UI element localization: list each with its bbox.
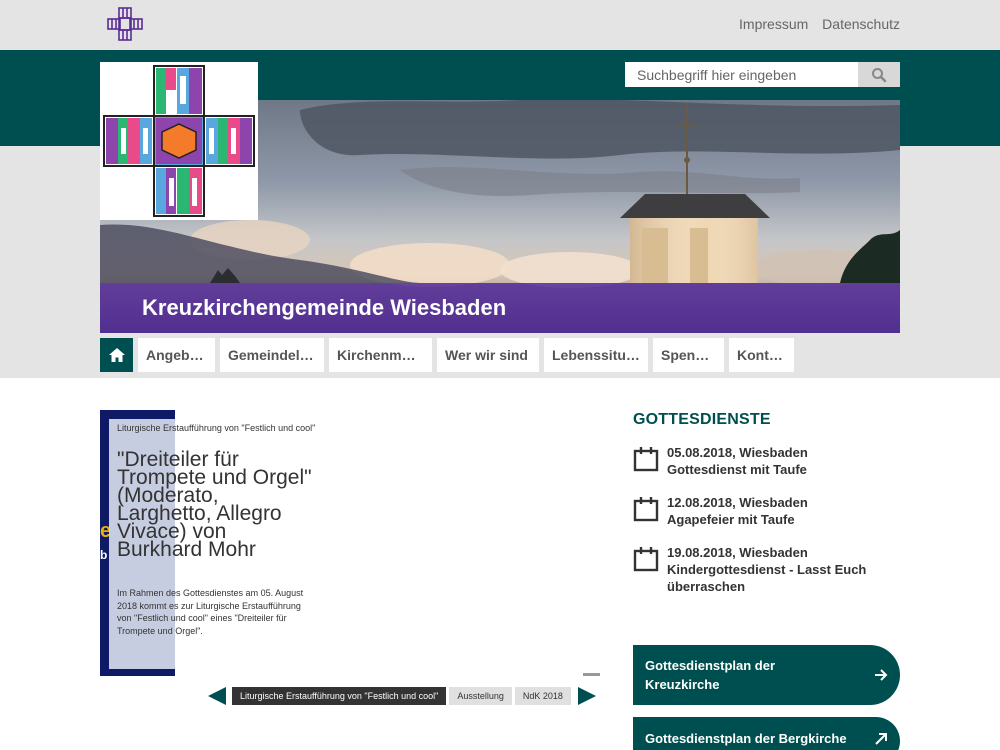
- search-input[interactable]: [625, 62, 858, 87]
- site-title[interactable]: Kreuzkirchengemeinde Wiesbaden: [142, 295, 506, 321]
- service-title: Agapefeier mit Taufe: [667, 512, 795, 527]
- home-button[interactable]: [100, 338, 133, 372]
- service-date: 19.08.2018, Wiesbaden: [667, 545, 808, 560]
- nav-item-kontakt[interactable]: Kontakt: [729, 338, 794, 372]
- hero-title-bar: Kreuzkirchengemeinde Wiesbaden: [100, 283, 900, 333]
- service-title: Kindergottesdienst - Lasst Euch: [667, 562, 867, 577]
- nav-item-wer-wir-sind[interactable]: Wer wir sind: [437, 338, 539, 372]
- slider-pause-control[interactable]: [583, 673, 600, 676]
- button-label: Kreuzkirche: [645, 677, 720, 692]
- service-date: 12.08.2018, Wiesbaden: [667, 495, 808, 510]
- nav-item-angebote[interactable]: Angebote: [138, 338, 215, 372]
- slide-headline[interactable]: "Dreiteiler für Trompete und Orgel" (Mod…: [117, 449, 317, 560]
- service-date: 05.08.2018, Wiesbaden: [667, 445, 808, 460]
- slide-image-subtext: b: [100, 548, 108, 562]
- calendar-icon: [633, 447, 659, 472]
- nav-item-gemeindeleben[interactable]: Gemeindel…: [220, 338, 324, 372]
- slider-tab-erstauffuehrung[interactable]: Liturgische Erstaufführung von "Festlich…: [232, 687, 447, 705]
- top-bar: Impressum Datenschutz: [0, 0, 1000, 50]
- slider-prev-arrow-icon[interactable]: [208, 687, 226, 705]
- site-logo[interactable]: [100, 62, 258, 220]
- news-slider: e b Liturgische Erstaufführung von "Fest…: [100, 410, 600, 680]
- calendar-icon: [633, 497, 659, 522]
- external-link-icon: [875, 733, 887, 745]
- main-nav: Angebote Gemeindel… Kirchenmusik Wer wir…: [100, 338, 799, 372]
- service-title: Gottesdienst mit Taufe: [667, 462, 807, 477]
- gottesdienstplan-bergkirche-button[interactable]: Gottesdienstplan der Bergkirche: [633, 717, 900, 750]
- nav-item-kirchenmusik[interactable]: Kirchenmusik: [329, 338, 432, 372]
- search-box: [625, 62, 900, 87]
- kreuz-logo-icon: [103, 65, 255, 217]
- gottesdienstplan-kreuzkirche-button[interactable]: Gottesdienstplan der Kreuzkirche: [633, 645, 900, 705]
- slide-kicker: Liturgische Erstaufführung von "Festlich…: [117, 423, 316, 433]
- slider-tab-ausstellung[interactable]: Ausstellung: [449, 687, 512, 705]
- button-label: Gottesdienstplan der Bergkirche: [645, 731, 847, 746]
- home-icon: [108, 348, 125, 362]
- slider-navigation: Liturgische Erstaufführung von "Festlich…: [208, 686, 596, 706]
- slider-next-arrow-icon[interactable]: [577, 687, 596, 705]
- impressum-link[interactable]: Impressum: [739, 16, 808, 32]
- calendar-icon: [633, 547, 659, 572]
- search-icon: [872, 67, 887, 82]
- button-label: Gottesdienstplan der: [645, 658, 776, 673]
- service-title-cont: überraschen: [667, 579, 746, 594]
- slide-content: Liturgische Erstaufführung von "Festlich…: [117, 422, 317, 637]
- nav-item-spenden[interactable]: Spenden: [653, 338, 724, 372]
- arrow-right-icon: [875, 669, 888, 681]
- cross-logo-icon[interactable]: [107, 7, 143, 41]
- gottesdienste-heading: GOTTESDIENSTE: [633, 411, 771, 428]
- nav-item-lebenssituationen[interactable]: Lebenssitu…: [544, 338, 648, 372]
- search-button[interactable]: [858, 62, 900, 87]
- slider-tab-ndk[interactable]: NdK 2018: [514, 687, 571, 705]
- slide-body: Im Rahmen des Gottesdienstes am 05. Augu…: [117, 588, 304, 636]
- datenschutz-link[interactable]: Datenschutz: [822, 16, 900, 32]
- meta-links: Impressum Datenschutz: [729, 16, 900, 32]
